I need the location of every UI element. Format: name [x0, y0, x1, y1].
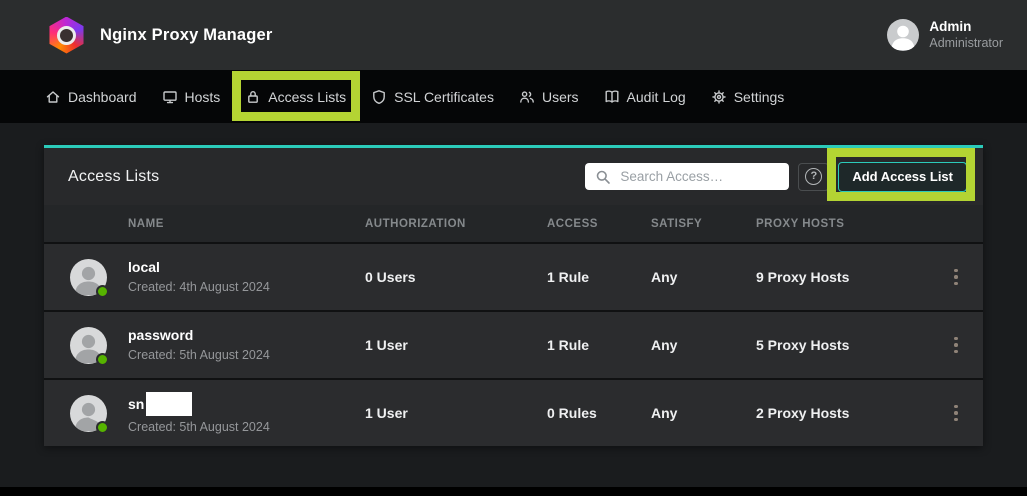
- avatar: [70, 259, 107, 296]
- panel-header: Access Lists ? Add Access List: [44, 148, 983, 205]
- created-date: Created: 4th August 2024: [128, 280, 365, 294]
- access-lists-panel: Access Lists ? Add Access List NAME: [44, 145, 983, 446]
- nav-item-users[interactable]: Users: [519, 89, 579, 105]
- status-dot: [96, 285, 109, 298]
- gear-icon: [711, 89, 727, 105]
- user-name: Admin: [929, 19, 1003, 36]
- created-date: Created: 5th August 2024: [128, 420, 365, 434]
- lock-icon: [245, 89, 261, 105]
- column-header-access: ACCESS: [547, 218, 651, 230]
- nav-item-ssl-certificates[interactable]: SSL Certificates: [371, 89, 494, 105]
- search-box: [585, 163, 789, 190]
- nav-item-audit-log[interactable]: Audit Log: [604, 89, 686, 105]
- satisfy-cell: Any: [651, 337, 756, 353]
- table-header: NAME AUTHORIZATION ACCESS SATISFY PROXY …: [44, 205, 983, 242]
- table-row: local Created: 4th August 2024 0 Users 1…: [44, 242, 983, 310]
- user-avatar: [887, 19, 919, 51]
- proxy-hosts-cell: 5 Proxy Hosts: [756, 337, 948, 353]
- table-row: password Created: 5th August 2024 1 User…: [44, 310, 983, 378]
- proxy-hosts-cell: 9 Proxy Hosts: [756, 269, 948, 285]
- access-cell: 1 Rule: [547, 269, 651, 285]
- redaction-box: [146, 392, 192, 416]
- access-list-name: sn: [128, 392, 365, 416]
- nav-item-settings[interactable]: Settings: [711, 89, 785, 105]
- search-input[interactable]: [585, 163, 789, 190]
- column-header-authorization: AUTHORIZATION: [365, 218, 547, 230]
- nav-item-access-lists[interactable]: Access Lists: [245, 89, 346, 105]
- app-logo-icon: [48, 17, 85, 54]
- help-icon: ?: [805, 168, 822, 185]
- satisfy-cell: Any: [651, 405, 756, 421]
- row-menu-kebab-icon[interactable]: [948, 265, 964, 290]
- column-header-proxy-hosts: PROXY HOSTS: [756, 218, 948, 230]
- satisfy-cell: Any: [651, 269, 756, 285]
- users-icon: [519, 89, 535, 105]
- row-menu-kebab-icon[interactable]: [948, 401, 964, 426]
- nav-item-hosts[interactable]: Hosts: [162, 89, 221, 105]
- avatar: [70, 395, 107, 432]
- add-access-list-button[interactable]: Add Access List: [838, 162, 967, 192]
- access-list-name: password: [128, 328, 365, 343]
- user-menu[interactable]: Admin Administrator: [887, 19, 1003, 52]
- status-dot: [96, 353, 109, 366]
- status-dot: [96, 421, 109, 434]
- column-header-name: NAME: [128, 218, 365, 230]
- monitor-icon: [162, 89, 178, 105]
- authorization-cell: 1 User: [365, 405, 547, 421]
- window-bottom-edge: [0, 487, 1027, 496]
- main-navigation: Dashboard Hosts Access Lists SSL Certifi…: [0, 70, 1027, 123]
- access-cell: 1 Rule: [547, 337, 651, 353]
- shield-icon: [371, 89, 387, 105]
- row-menu-kebab-icon[interactable]: [948, 333, 964, 358]
- help-button[interactable]: ?: [798, 163, 829, 191]
- avatar: [70, 327, 107, 364]
- table-row: sn Created: 5th August 2024 1 User 0 Rul…: [44, 378, 983, 446]
- top-header-bar: Nginx Proxy Manager Admin Administrator: [0, 0, 1027, 70]
- access-list-name: local: [128, 260, 365, 275]
- book-icon: [604, 89, 620, 105]
- user-role: Administrator: [929, 36, 1003, 52]
- nav-item-dashboard[interactable]: Dashboard: [45, 89, 137, 105]
- access-cell: 0 Rules: [547, 405, 651, 421]
- authorization-cell: 0 Users: [365, 269, 547, 285]
- page-title: Access Lists: [68, 168, 585, 186]
- app-title: Nginx Proxy Manager: [100, 26, 273, 45]
- authorization-cell: 1 User: [365, 337, 547, 353]
- home-icon: [45, 89, 61, 105]
- proxy-hosts-cell: 2 Proxy Hosts: [756, 405, 948, 421]
- created-date: Created: 5th August 2024: [128, 348, 365, 362]
- column-header-satisfy: SATISFY: [651, 218, 756, 230]
